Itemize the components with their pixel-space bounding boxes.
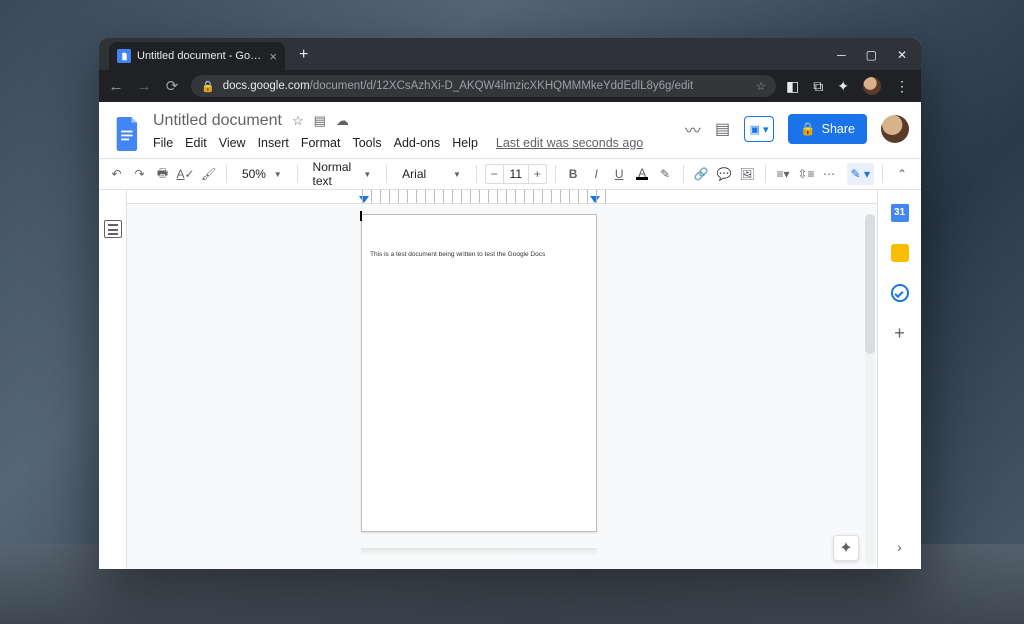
font-size-increase-button[interactable]: +: [529, 164, 547, 184]
tasks-icon[interactable]: [891, 284, 909, 302]
underline-icon[interactable]: U: [610, 163, 629, 185]
window-minimize-button[interactable]: ─: [837, 48, 846, 62]
lock-icon: 🔒: [201, 80, 215, 93]
redo-icon[interactable]: ↷: [130, 163, 149, 185]
insert-comment-icon[interactable]: 💬: [715, 163, 734, 185]
share-button[interactable]: 🔒 Share: [788, 114, 867, 144]
account-avatar-icon[interactable]: [881, 115, 909, 143]
menu-bar: File Edit View Insert Format Tools Add-o…: [153, 136, 685, 150]
extensions-menu-icon[interactable]: ✦: [837, 78, 849, 95]
browser-menu-icon[interactable]: ⋮: [895, 78, 909, 95]
share-label: Share: [822, 122, 855, 136]
menu-addons[interactable]: Add-ons: [394, 136, 441, 150]
browser-tab[interactable]: Untitled document - Google Docs ×: [109, 42, 285, 70]
window-close-button[interactable]: ✕: [897, 48, 907, 62]
lock-icon: 🔒: [800, 122, 816, 137]
ruler-indent-right-icon[interactable]: [590, 196, 600, 203]
last-edit-link[interactable]: Last edit was seconds ago: [496, 136, 643, 150]
docs-header: Untitled document ☆ ▤ ☁ File Edit View I…: [99, 102, 921, 158]
activity-icon[interactable]: 〰: [685, 117, 701, 141]
docs-favicon-icon: [117, 49, 131, 63]
text-cursor: [360, 211, 362, 221]
nav-back-icon[interactable]: ←: [107, 78, 125, 95]
document-page[interactable]: This is a test document being written to…: [361, 214, 597, 532]
docs-logo-icon[interactable]: [111, 112, 145, 156]
new-tab-button[interactable]: +: [299, 46, 308, 64]
menu-edit[interactable]: Edit: [185, 136, 207, 150]
insert-image-icon[interactable]: 🖼: [738, 163, 757, 185]
line-spacing-icon[interactable]: ⇳≡: [796, 163, 815, 185]
url-text: docs.google.com/document/d/12XCsAzhXi-D_…: [223, 80, 693, 92]
bookmark-star-icon[interactable]: ☆: [756, 79, 766, 93]
profile-avatar-icon[interactable]: [863, 77, 881, 95]
extension-icon[interactable]: ⧉: [813, 78, 823, 95]
explore-button[interactable]: ✦: [833, 535, 859, 561]
window-controls: ─ ▢ ✕: [837, 48, 921, 70]
font-size-decrease-button[interactable]: −: [485, 164, 503, 184]
canvas[interactable]: This is a test document being written to…: [127, 190, 877, 569]
horizontal-ruler[interactable]: [127, 190, 877, 204]
left-gutter: [99, 190, 127, 569]
browser-window: Untitled document - Google Docs × + ─ ▢ …: [99, 38, 921, 569]
calendar-icon[interactable]: 31: [891, 204, 909, 222]
keep-icon[interactable]: [891, 244, 909, 262]
menu-insert[interactable]: Insert: [258, 136, 289, 150]
more-tools-icon[interactable]: ⋯: [820, 163, 839, 185]
menu-tools[interactable]: Tools: [352, 136, 381, 150]
undo-icon[interactable]: ↶: [107, 163, 126, 185]
sidepanel-collapse-icon[interactable]: ›: [897, 539, 902, 555]
cloud-status-icon[interactable]: ☁: [336, 113, 349, 129]
address-bar[interactable]: 🔒 docs.google.com/document/d/12XCsAzhXi-…: [191, 75, 776, 97]
menu-view[interactable]: View: [219, 136, 246, 150]
page-shadow: [361, 548, 597, 556]
spellcheck-icon[interactable]: A✓: [176, 163, 195, 185]
document-body-text[interactable]: This is a test document being written to…: [370, 251, 545, 258]
menu-format[interactable]: Format: [301, 136, 341, 150]
paint-format-icon[interactable]: 🖌: [199, 163, 218, 185]
move-icon[interactable]: ▤: [314, 113, 326, 129]
font-size-control: − 11 +: [485, 164, 547, 184]
italic-icon[interactable]: I: [587, 163, 606, 185]
vertical-scrollbar[interactable]: [865, 214, 875, 565]
nav-reload-icon[interactable]: ⟳: [163, 77, 181, 95]
comments-icon[interactable]: ▤: [715, 119, 730, 139]
font-family-dropdown[interactable]: Arial▼: [395, 163, 468, 185]
align-icon[interactable]: ≡▾: [773, 163, 792, 185]
addons-plus-icon[interactable]: +: [891, 324, 909, 342]
browser-urlbar: ← → ⟳ 🔒 docs.google.com/document/d/12XCs…: [99, 70, 921, 102]
print-icon[interactable]: 🖶: [153, 163, 172, 185]
window-maximize-button[interactable]: ▢: [866, 48, 877, 62]
tab-close-icon[interactable]: ×: [269, 49, 277, 64]
formatting-toolbar: ↶ ↷ 🖶 A✓ 🖌 50%▼ Normal text▼ Arial▼ − 11…: [99, 158, 921, 190]
font-size-input[interactable]: 11: [503, 164, 529, 184]
highlight-color-icon[interactable]: ✎: [656, 163, 675, 185]
menu-file[interactable]: File: [153, 136, 173, 150]
nav-forward-icon[interactable]: →: [135, 78, 153, 95]
star-icon[interactable]: ☆: [292, 113, 304, 129]
collapse-toolbar-icon[interactable]: ⌃: [897, 167, 907, 181]
present-button[interactable]: ▣ ▾: [744, 116, 774, 142]
insert-link-icon[interactable]: 🔗: [692, 163, 711, 185]
document-outline-icon[interactable]: [104, 220, 122, 238]
zoom-dropdown[interactable]: 50%▼: [235, 163, 289, 185]
menu-help[interactable]: Help: [452, 136, 478, 150]
text-color-icon[interactable]: A: [633, 163, 652, 185]
tab-title: Untitled document - Google Docs: [137, 50, 263, 62]
document-title[interactable]: Untitled document: [153, 112, 282, 130]
editor-area: This is a test document being written to…: [99, 190, 921, 569]
side-panel: 31 + ›: [877, 190, 921, 569]
paragraph-style-dropdown[interactable]: Normal text▼: [306, 163, 379, 185]
extension-icon[interactable]: ◧: [786, 78, 799, 95]
browser-titlebar: Untitled document - Google Docs × + ─ ▢ …: [99, 38, 921, 70]
editing-mode-button[interactable]: ✎ ▾: [847, 163, 875, 185]
extensions-tray: ◧ ⧉ ✦ ⋮: [786, 77, 913, 95]
bold-icon[interactable]: B: [564, 163, 583, 185]
ruler-indent-left-icon[interactable]: [359, 196, 369, 203]
